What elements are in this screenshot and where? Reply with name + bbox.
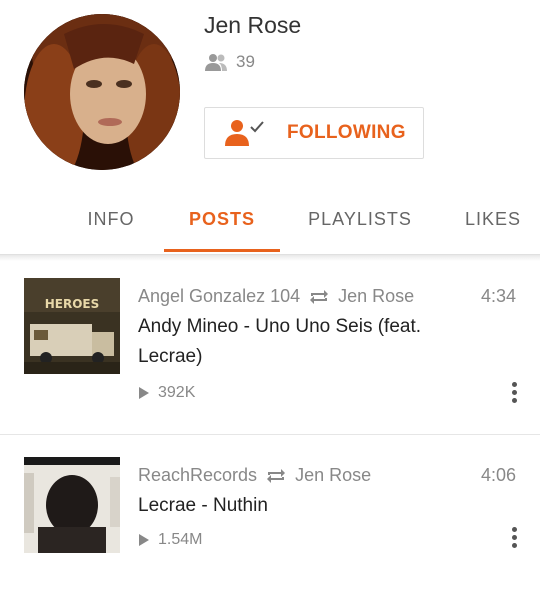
profile-header: Jen Rose 39 FOLLOWING <box>0 0 540 190</box>
track-artwork[interactable] <box>24 457 120 553</box>
avatar[interactable] <box>24 14 180 170</box>
user-following-icon <box>225 120 264 146</box>
play-icon <box>139 387 149 399</box>
play-count: 1.54M <box>138 531 202 549</box>
profile-name: Jen Rose <box>204 12 302 38</box>
tab-info[interactable]: INFO <box>80 190 142 252</box>
avatar-image <box>24 14 180 170</box>
uploader-name[interactable]: Angel Gonzalez 104 <box>138 286 300 307</box>
reposter-name[interactable]: Jen Rose <box>295 465 371 486</box>
track-duration: 4:06 <box>480 465 516 485</box>
followers-count[interactable]: 39 <box>204 52 255 72</box>
followers-number: 39 <box>236 52 255 71</box>
repost-icon <box>267 468 286 483</box>
play-count-value: 1.54M <box>158 531 203 548</box>
track-artwork[interactable]: HEROES <box>24 278 120 374</box>
play-count: 392K <box>138 384 195 402</box>
list-item[interactable]: HEROES Angel Gonzalez 104 Jen Rose 4:34 … <box>0 256 540 434</box>
followers-icon <box>205 54 227 71</box>
tab-likes[interactable]: LIKES <box>456 190 530 252</box>
track-meta: ReachRecords Jen Rose <box>138 465 371 486</box>
play-count-value: 392K <box>158 384 196 401</box>
tab-posts[interactable]: POSTS <box>164 190 280 252</box>
active-tab-indicator <box>164 249 280 252</box>
artwork-image <box>24 457 120 553</box>
track-duration: 4:34 <box>480 286 516 306</box>
track-title[interactable]: Andy Mineo - Uno Uno Seis (feat. Lecrae) <box>138 312 468 372</box>
list-item[interactable]: ReachRecords Jen Rose 4:06 Lecrae - Nuth… <box>0 434 540 613</box>
play-icon <box>139 534 149 546</box>
track-meta: Angel Gonzalez 104 Jen Rose <box>138 286 414 307</box>
profile-tabs: INFO POSTS PLAYLISTS LIKES <box>0 190 540 255</box>
more-options-icon[interactable] <box>508 527 520 551</box>
track-title[interactable]: Lecrae - Nuthin <box>138 491 468 521</box>
repost-icon <box>310 289 329 304</box>
artwork-image: HEROES <box>24 278 120 374</box>
uploader-name[interactable]: ReachRecords <box>138 465 257 486</box>
more-options-icon[interactable] <box>508 382 520 406</box>
artwork-text: HEROES <box>45 297 100 311</box>
following-label: FOLLOWING <box>287 122 406 143</box>
following-button[interactable]: FOLLOWING <box>204 107 424 159</box>
tab-playlists[interactable]: PLAYLISTS <box>298 190 422 252</box>
reposter-name[interactable]: Jen Rose <box>338 286 414 307</box>
